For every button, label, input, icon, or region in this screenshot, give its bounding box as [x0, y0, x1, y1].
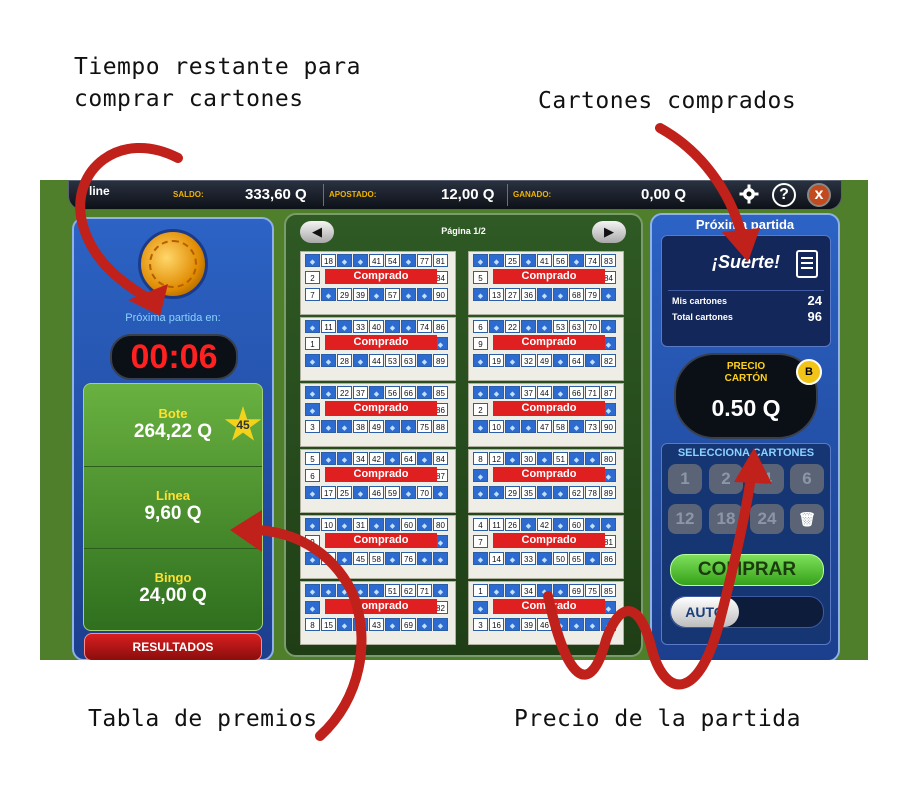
- annotation-arrows: [75, 123, 772, 741]
- arrow-to-prizes: [245, 525, 367, 741]
- arrow-to-prizes-head: [230, 510, 262, 552]
- arrow-to-timer: [75, 143, 183, 305]
- arrow-to-price: [543, 465, 757, 690]
- arrow-to-bought: [655, 123, 747, 241]
- arrow-to-bought-head: [722, 228, 760, 262]
- arrow-to-price-head: [734, 448, 772, 484]
